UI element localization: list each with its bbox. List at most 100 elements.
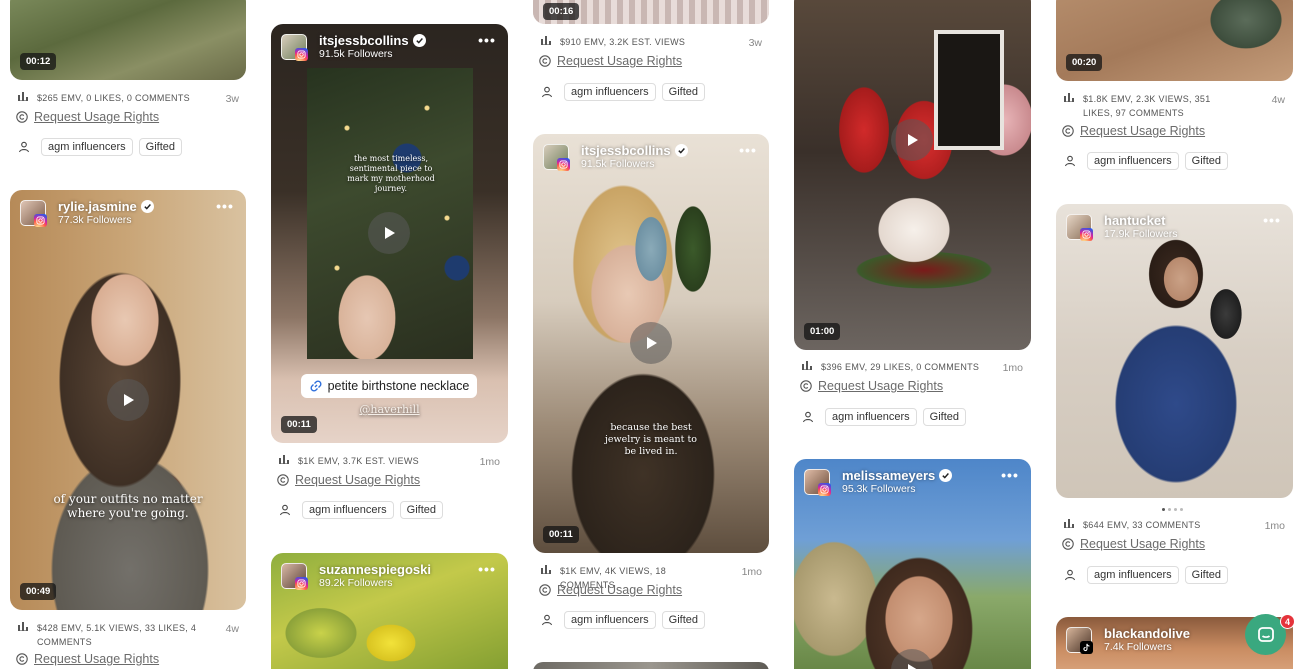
post-video[interactable]: 00:12 xyxy=(10,0,246,80)
request-usage-rights-link[interactable]: Request Usage Rights xyxy=(1080,124,1205,138)
person-icon xyxy=(1064,155,1076,167)
video-duration: 01:00 xyxy=(804,323,841,340)
stats-text: $910 EMV, 3.2K EST. VIEWS xyxy=(560,37,686,47)
tag-chip[interactable]: Gifted xyxy=(661,611,706,629)
post-video[interactable]: 01:00 xyxy=(794,0,1031,350)
person-icon xyxy=(541,614,553,626)
instagram-icon xyxy=(295,48,308,61)
tag-chip[interactable]: agm influencers xyxy=(564,611,656,629)
person-icon xyxy=(541,86,553,98)
post-header: rylie.jasmine 77.3k Followers ••• xyxy=(20,199,236,230)
tag-chip[interactable]: agm influencers xyxy=(302,501,394,519)
more-horizontal-icon[interactable]: ••• xyxy=(739,143,757,157)
window-frame xyxy=(934,30,1004,150)
image-thumbnail xyxy=(1056,204,1293,498)
chat-icon xyxy=(1256,625,1276,645)
tag-row: agm influencers Gifted xyxy=(541,611,706,629)
request-usage-rights-link[interactable]: Request Usage Rights xyxy=(1080,537,1205,551)
post-header: itsjessbcollins 91.5k Followers ••• xyxy=(281,33,498,64)
post-video[interactable] xyxy=(533,662,769,669)
tag-chip[interactable]: Gifted xyxy=(922,408,967,426)
post-card: 00:20 $1.8K EMV, 2.3K VIEWS, 351 LIKES, … xyxy=(1056,0,1293,180)
bar-chart-icon xyxy=(541,565,551,574)
post-video[interactable]: 00:20 xyxy=(1056,0,1293,81)
tag-chip[interactable]: agm influencers xyxy=(1087,566,1179,584)
carousel-indicator[interactable] xyxy=(1162,508,1183,511)
bar-chart-icon xyxy=(279,455,289,464)
request-usage-rights-link[interactable]: Request Usage Rights xyxy=(818,379,943,393)
post-header: itsjessbcollins 91.5k Followers ••• xyxy=(543,143,759,174)
username[interactable]: itsjessbcollins xyxy=(581,143,688,158)
post-card: itsjessbcollins 91.5k Followers ••• the … xyxy=(271,24,508,524)
request-usage-rights-link[interactable]: Request Usage Rights xyxy=(557,54,682,68)
more-horizontal-icon[interactable]: ••• xyxy=(216,199,234,213)
tag-chip[interactable]: Gifted xyxy=(1184,566,1229,584)
usage-rights-row: Request Usage Rights xyxy=(277,471,420,489)
tag-row: agm influencers Gifted xyxy=(1064,566,1229,584)
bar-chart-icon xyxy=(18,92,28,101)
post-video[interactable]: suzannespiegoski 89.2k Followers ••• xyxy=(271,553,508,669)
bar-chart-icon xyxy=(18,622,28,631)
post-header: melissameyers 95.3k Followers ••• xyxy=(804,468,1021,499)
tag-row: agm influencers Gifted xyxy=(18,138,183,156)
post-stats: $1K EMV, 3.7K EST. VIEWS 1mo xyxy=(279,454,508,468)
post-header: hantucket 17.9k Followers ••• xyxy=(1066,213,1283,244)
video-thumbnail xyxy=(533,662,769,669)
play-button[interactable] xyxy=(630,322,672,364)
copyright-icon xyxy=(800,380,812,392)
username[interactable]: melissameyers xyxy=(842,468,953,483)
product-link-sticker[interactable]: petite birthstone necklace xyxy=(301,374,477,398)
post-video[interactable]: rylie.jasmine 77.3k Followers ••• of you… xyxy=(10,190,246,610)
request-usage-rights-link[interactable]: Request Usage Rights xyxy=(34,110,159,124)
tag-chip[interactable]: Gifted xyxy=(138,138,183,156)
post-card: 00:16 $910 EMV, 3.2K EST. VIEWS 3w Reque… xyxy=(533,0,770,110)
post-video[interactable]: itsjessbcollins 91.5k Followers ••• the … xyxy=(271,24,508,443)
username[interactable]: blackandolive xyxy=(1104,626,1190,641)
verified-icon xyxy=(412,34,426,47)
bar-chart-icon xyxy=(541,36,551,45)
post-stats: $1K EMV, 4K VIEWS, 18 COMMENTS 1mo xyxy=(541,564,770,590)
post-image[interactable]: hantucket 17.9k Followers ••• xyxy=(1056,204,1293,498)
play-button[interactable] xyxy=(107,379,149,421)
post-age: 1mo xyxy=(479,456,500,468)
play-button[interactable] xyxy=(891,119,933,161)
copyright-icon xyxy=(16,111,28,123)
more-horizontal-icon[interactable]: ••• xyxy=(478,562,496,576)
video-duration: 00:11 xyxy=(543,526,579,543)
post-stats: $644 EMV, 33 COMMENTS 1mo xyxy=(1064,518,1293,532)
copyright-icon xyxy=(277,474,289,486)
tag-chip[interactable]: Gifted xyxy=(661,83,706,101)
username[interactable]: rylie.jasmine xyxy=(58,199,154,214)
tag-chip[interactable]: agm influencers xyxy=(564,83,656,101)
play-button[interactable] xyxy=(368,212,410,254)
request-usage-rights-link[interactable]: Request Usage Rights xyxy=(34,652,159,666)
tiktok-icon xyxy=(1080,641,1093,654)
tag-chip[interactable]: Gifted xyxy=(399,501,444,519)
post-age: 3w xyxy=(225,93,239,105)
request-usage-rights-link[interactable]: Request Usage Rights xyxy=(557,583,682,597)
tag-chip[interactable]: Gifted xyxy=(1184,152,1229,170)
post-video[interactable]: itsjessbcollins 91.5k Followers ••• beca… xyxy=(533,134,769,553)
product-link-text: petite birthstone necklace xyxy=(327,379,470,393)
more-horizontal-icon[interactable]: ••• xyxy=(1001,468,1019,482)
more-horizontal-icon[interactable]: ••• xyxy=(478,33,496,47)
post-video[interactable]: 00:16 xyxy=(533,0,769,24)
copyright-icon xyxy=(1062,125,1074,137)
username[interactable]: suzannespiegoski xyxy=(319,562,431,577)
post-video[interactable]: melissameyers 95.3k Followers ••• xyxy=(794,459,1031,669)
username[interactable]: hantucket xyxy=(1104,213,1165,228)
tag-row: agm influencers Gifted xyxy=(802,408,967,426)
post-age: 4w xyxy=(225,623,239,635)
tag-chip[interactable]: agm influencers xyxy=(1087,152,1179,170)
person-icon xyxy=(802,411,814,423)
post-stats: $910 EMV, 3.2K EST. VIEWS 3w xyxy=(541,35,770,49)
video-duration: 00:11 xyxy=(281,416,317,433)
video-duration: 00:16 xyxy=(543,3,580,20)
request-usage-rights-link[interactable]: Request Usage Rights xyxy=(295,473,420,487)
tag-chip[interactable]: agm influencers xyxy=(41,138,133,156)
tag-chip[interactable]: agm influencers xyxy=(825,408,917,426)
more-horizontal-icon[interactable]: ••• xyxy=(1263,213,1281,227)
brand-handle: @haverhill xyxy=(359,403,420,416)
usage-rights-row: Request Usage Rights xyxy=(1062,535,1205,553)
username[interactable]: itsjessbcollins xyxy=(319,33,426,48)
